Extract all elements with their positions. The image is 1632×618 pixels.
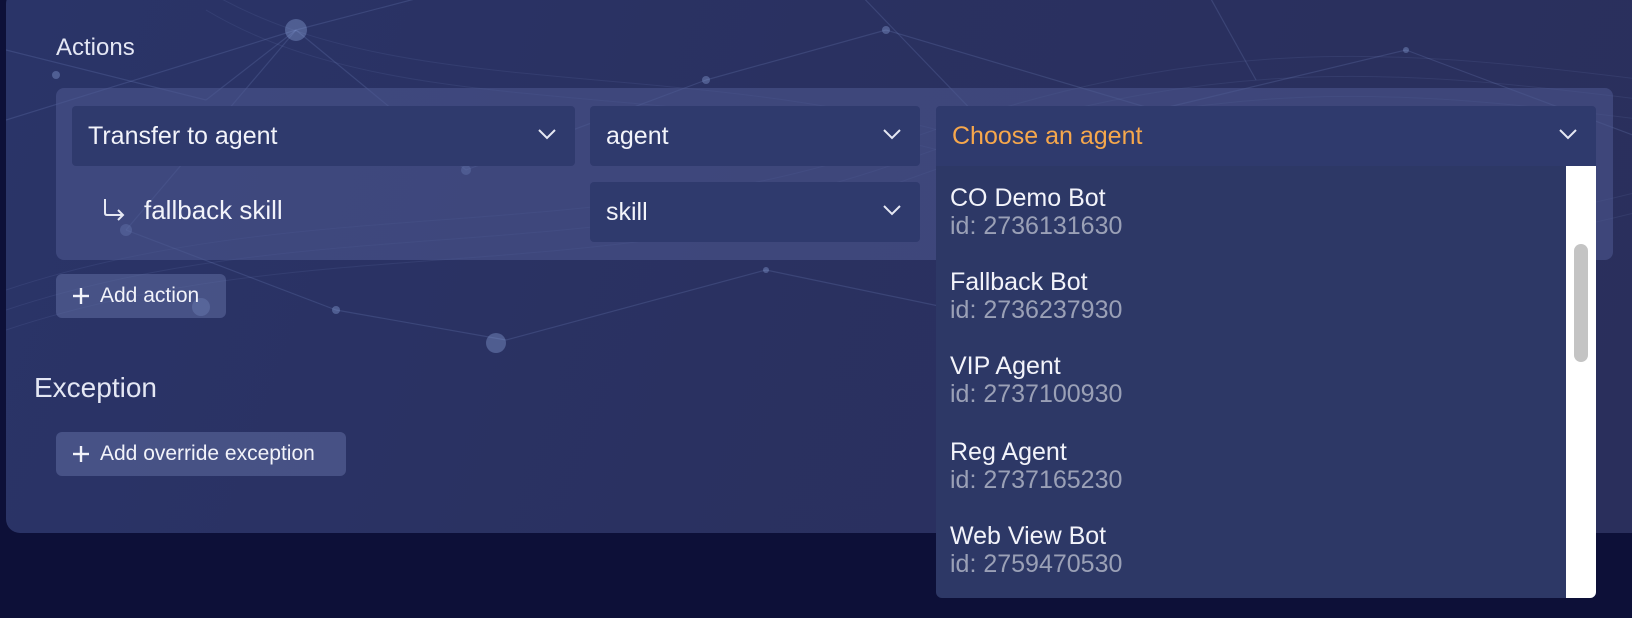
agent-option[interactable]: Fallback Bot id: 2736237930 (950, 268, 1550, 338)
page: Actions Transfer to agent agent Choose a… (0, 0, 1632, 618)
agent-option-name: Fallback Bot (950, 268, 1088, 296)
chevron-down-icon (1559, 129, 1577, 140)
agent-option-id: id: 2736131630 (950, 212, 1123, 240)
exception-section-title: Exception (34, 372, 157, 403)
fallback-type-value: skill (606, 197, 648, 226)
add-action-label: Add action (100, 284, 200, 307)
dropdown-scrollbar-thumb[interactable] (1574, 244, 1588, 362)
agent-option-name: Web View Bot (950, 522, 1107, 550)
chevron-down-icon (538, 129, 556, 140)
agent-option-id: id: 2737100930 (950, 380, 1123, 408)
fallback-type-select[interactable]: skill (590, 182, 920, 242)
agent-option[interactable]: Reg Agent id: 2737165230 (950, 438, 1550, 508)
fallback-skill-row: fallback skill (100, 188, 283, 232)
target-type-select[interactable]: agent (590, 106, 920, 166)
agent-option-id: id: 2737165230 (950, 466, 1123, 494)
target-type-value: agent (606, 121, 669, 150)
plus-icon (73, 288, 89, 304)
dropdown-scrollbar[interactable] (1566, 166, 1596, 598)
add-override-exception-label: Add override exception (100, 442, 315, 465)
agent-option-id: id: 2759470530 (950, 550, 1123, 578)
agent-option[interactable]: CO Demo Bot id: 2736131630 (950, 184, 1550, 254)
choose-agent-select[interactable]: Choose an agent (936, 106, 1596, 166)
agent-option[interactable]: Web View Bot id: 2759470530 (950, 522, 1550, 592)
return-arrow-icon (104, 199, 125, 221)
plus-icon (73, 446, 89, 462)
chevron-down-icon (883, 129, 901, 140)
agent-option-name: CO Demo Bot (950, 184, 1106, 212)
add-action-button[interactable]: Add action (56, 274, 226, 318)
add-override-exception-button[interactable]: Add override exception (56, 432, 346, 476)
chevron-down-icon (883, 205, 901, 216)
action-type-value: Transfer to agent (88, 121, 278, 150)
fallback-skill-label: fallback skill (144, 194, 283, 225)
agent-option-name: Reg Agent (950, 438, 1067, 466)
actions-section-title: Actions (56, 34, 135, 61)
agent-option[interactable]: VIP Agent id: 2737100930 (950, 352, 1550, 422)
agent-option-name: VIP Agent (950, 352, 1061, 380)
agent-dropdown-menu: CO Demo Bot id: 2736131630 Fallback Bot … (936, 166, 1596, 598)
choose-agent-placeholder: Choose an agent (952, 121, 1143, 150)
agent-option-id: id: 2736237930 (950, 296, 1123, 324)
action-type-select[interactable]: Transfer to agent (72, 106, 575, 166)
